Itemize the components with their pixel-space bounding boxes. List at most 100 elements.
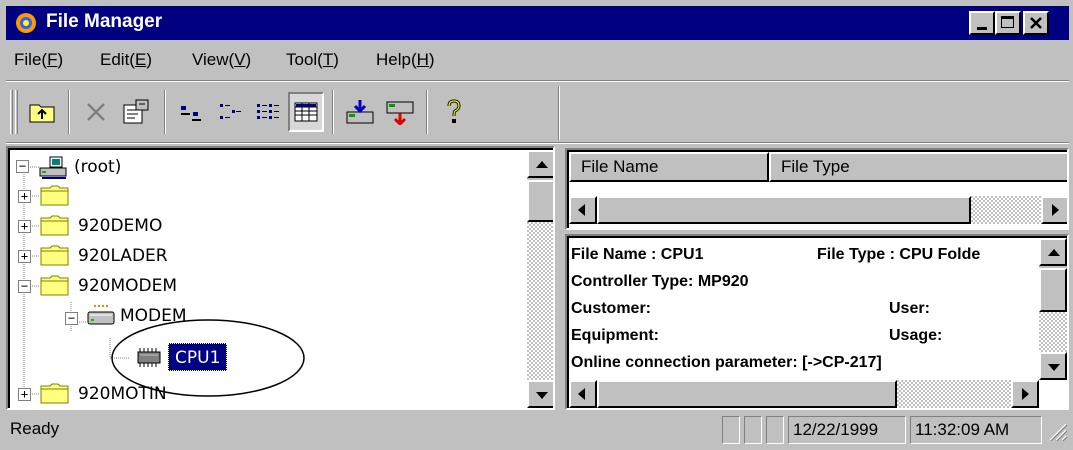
info-usage: Usage: xyxy=(889,327,943,344)
toolbar-separator xyxy=(164,90,166,134)
scroll-thumb[interactable] xyxy=(597,196,971,224)
file-list-pane: File Name File Type xyxy=(565,148,1069,230)
app-icon xyxy=(16,13,36,33)
info-online-connection: Online connection parameter: [->CP-217] xyxy=(571,354,882,371)
menu-file[interactable]: File(F) xyxy=(14,50,63,70)
toolbar xyxy=(6,86,1069,140)
toolbar-grip-2[interactable] xyxy=(15,90,18,134)
tree-expander-root[interactable]: − xyxy=(16,160,29,173)
scroll-right-button[interactable] xyxy=(1041,196,1067,224)
info-customer: Customer: xyxy=(571,300,652,317)
details-button[interactable] xyxy=(288,92,324,132)
window-title: File Manager xyxy=(46,11,163,32)
scroll-track[interactable] xyxy=(971,196,1041,224)
column-header-file-type[interactable]: File Type xyxy=(769,152,1067,182)
toolbar-grip[interactable] xyxy=(10,90,13,134)
scroll-track[interactable] xyxy=(527,222,553,380)
file-list[interactable]: File Name File Type xyxy=(567,150,1067,228)
title-bar[interactable]: File Manager xyxy=(6,6,1069,40)
close-icon xyxy=(1030,17,1042,29)
scroll-track[interactable] xyxy=(1039,312,1067,352)
small-icons-icon xyxy=(220,104,241,119)
folder-icon xyxy=(40,185,69,206)
tree-expander[interactable]: + xyxy=(18,190,31,203)
modem-icon xyxy=(87,305,115,325)
tree-item-cpu1-selected[interactable]: CPU1 xyxy=(168,343,228,371)
folder-icon xyxy=(40,245,69,266)
upload-button[interactable] xyxy=(382,92,418,132)
toolbar-separator xyxy=(426,90,428,134)
menu-tool[interactable]: Tool(T) xyxy=(286,50,339,70)
list-icon xyxy=(257,104,279,119)
column-header-file-name[interactable]: File Name xyxy=(569,152,769,182)
menu-help[interactable]: Help(H) xyxy=(376,50,435,70)
file-list-hscrollbar[interactable] xyxy=(569,196,1067,224)
tree-expander[interactable]: + xyxy=(18,388,31,401)
list-button[interactable] xyxy=(250,92,286,132)
status-indicator-2 xyxy=(744,416,762,444)
maximize-button[interactable] xyxy=(995,11,1021,35)
help-button[interactable] xyxy=(436,92,472,132)
tree-scrollbar[interactable] xyxy=(527,150,553,408)
scroll-thumb[interactable] xyxy=(597,380,897,408)
tree-item-920demo[interactable]: 920DEMO xyxy=(78,211,162,241)
upload-icon xyxy=(386,101,414,125)
tree-item-modem[interactable]: MODEM xyxy=(120,301,187,331)
info-hscrollbar[interactable] xyxy=(569,380,1039,408)
download-icon xyxy=(346,100,374,124)
info-file-type: File Type : CPU Folde xyxy=(817,246,981,263)
delete-button[interactable] xyxy=(78,92,114,132)
tree-item-920lader[interactable]: 920LADER xyxy=(78,241,168,271)
toolbar-bottom-line xyxy=(6,142,1069,144)
menu-edit[interactable]: Edit(E) xyxy=(100,50,152,70)
network-drive-icon xyxy=(39,156,67,179)
up-folder-icon xyxy=(29,104,55,123)
close-button[interactable] xyxy=(1023,11,1049,35)
tree-expander[interactable]: − xyxy=(18,280,31,293)
large-icons-button[interactable] xyxy=(174,92,210,132)
status-bar: Ready 12/22/1999 11:32:09 AM xyxy=(6,414,1069,446)
scroll-thumb[interactable] xyxy=(527,180,553,222)
properties-button[interactable] xyxy=(118,92,154,132)
scroll-down-button[interactable] xyxy=(527,380,553,408)
tree-item-920modem[interactable]: 920MODEM xyxy=(78,271,177,301)
scroll-down-button[interactable] xyxy=(1039,352,1067,380)
tree-item-root[interactable]: (root) xyxy=(74,152,121,182)
status-message: Ready xyxy=(10,419,60,438)
folder-tree-pane: − (root) + + 920DEMO + 920LADER − 920MOD… xyxy=(6,146,555,410)
details-icon xyxy=(294,102,318,122)
folder-tree[interactable]: − (root) + + 920DEMO + 920LADER − 920MOD… xyxy=(8,148,553,408)
tree-expander[interactable]: + xyxy=(18,220,31,233)
resize-grip-icon[interactable] xyxy=(1046,420,1068,442)
scroll-up-button[interactable] xyxy=(1039,238,1067,266)
status-date: 12/22/1999 xyxy=(788,416,906,444)
info-vscrollbar[interactable] xyxy=(1039,238,1067,380)
scroll-left-button[interactable] xyxy=(569,380,597,408)
scroll-left-button[interactable] xyxy=(569,196,597,224)
scroll-thumb[interactable] xyxy=(1039,268,1067,312)
status-indicator-3 xyxy=(766,416,784,444)
scroll-up-button[interactable] xyxy=(527,150,553,178)
tree-expander[interactable]: + xyxy=(18,250,31,263)
scroll-right-button[interactable] xyxy=(1011,380,1039,408)
toolbar-divider xyxy=(558,86,560,140)
tree-item-920motin[interactable]: 920MOTIN xyxy=(78,379,167,408)
file-info-pane: File Name : CPU1 File Type : CPU Folde C… xyxy=(565,234,1069,410)
scroll-track[interactable] xyxy=(897,380,1011,408)
folder-icon xyxy=(40,275,69,296)
info-user: User: xyxy=(889,300,930,317)
properties-icon xyxy=(123,99,149,124)
folder-icon xyxy=(40,383,69,404)
download-button[interactable] xyxy=(342,92,378,132)
up-folder-button[interactable] xyxy=(24,92,60,132)
minimize-button[interactable] xyxy=(969,11,995,35)
file-info[interactable]: File Name : CPU1 File Type : CPU Folde C… xyxy=(567,236,1067,408)
tree-expander[interactable]: − xyxy=(65,312,78,325)
menu-view[interactable]: View(V) xyxy=(192,50,251,70)
file-manager-window: File Manager File(F) Edit(E) View(V) Too… xyxy=(0,0,1073,450)
help-icon xyxy=(447,99,461,123)
delete-icon xyxy=(87,103,105,121)
small-icons-button[interactable] xyxy=(212,92,248,132)
folder-icon xyxy=(40,215,69,236)
menu-separator xyxy=(6,80,1069,82)
